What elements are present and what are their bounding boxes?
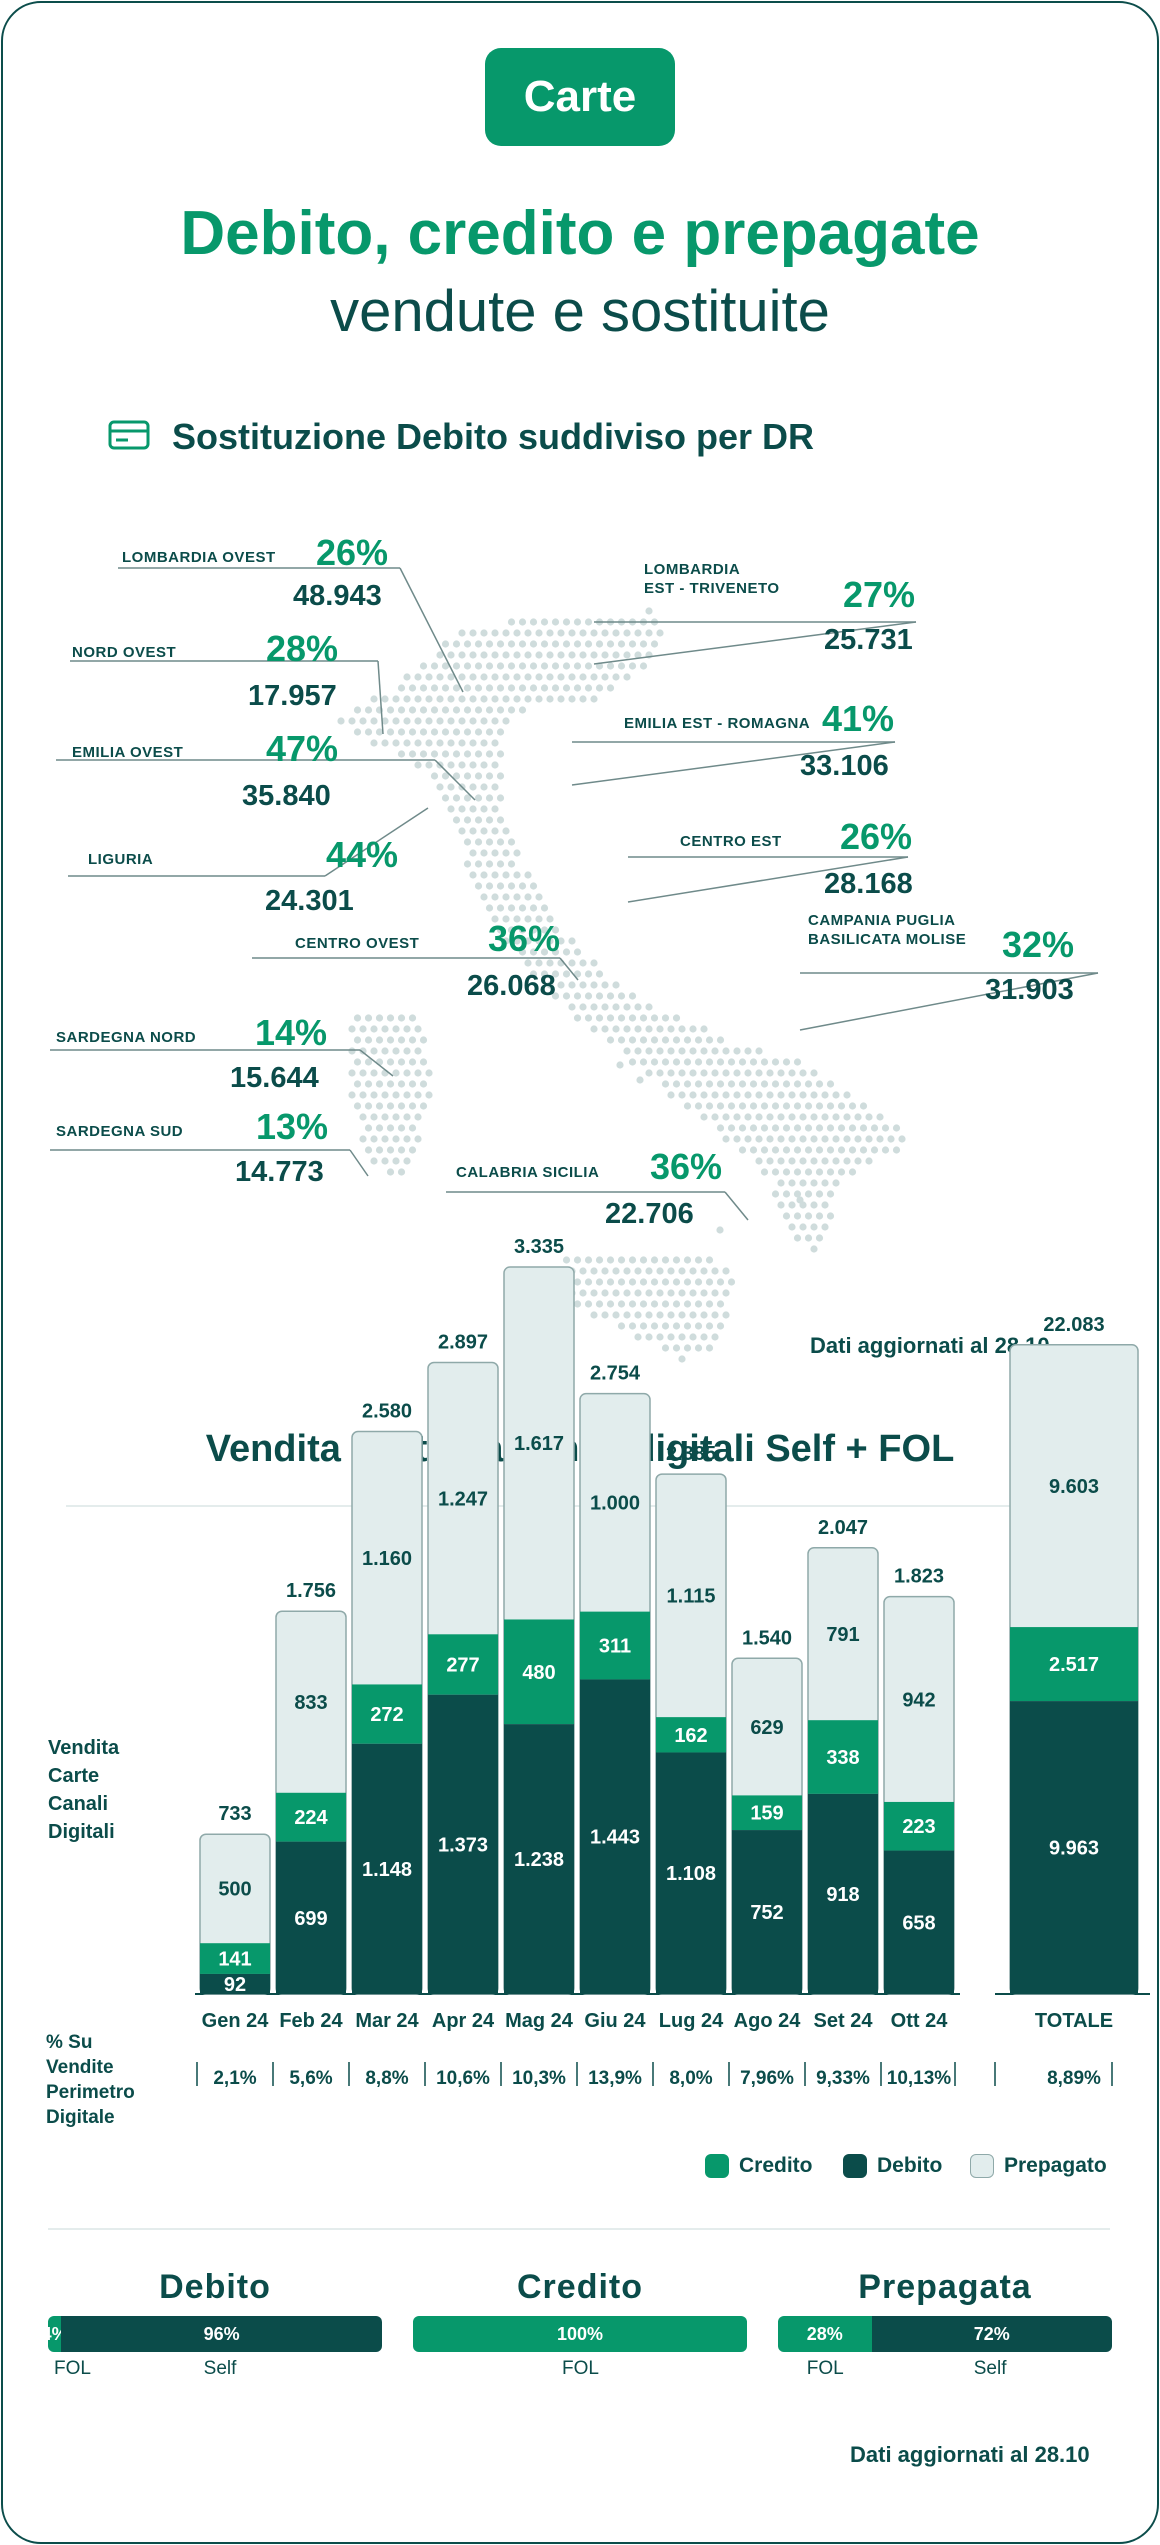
split-channel-label: Self: [203, 2358, 237, 2379]
label-debito: 752: [750, 1902, 783, 1924]
label-debito: 1.238: [514, 1849, 564, 1871]
total-label-credito: 2.517: [1049, 1654, 1099, 1676]
label-prepagato: 791: [826, 1624, 859, 1646]
label-debito: 699: [294, 1908, 327, 1930]
category-label: Mag 24: [505, 2010, 574, 2032]
percentage-label: 8,8%: [365, 2068, 408, 2089]
total-percentage-label: 8,89%: [1047, 2068, 1101, 2089]
split-channel-label: FOL: [806, 2358, 844, 2379]
label-credito: 277: [446, 1654, 479, 1676]
category-label: Lug 24: [659, 2010, 724, 2032]
label-debito: 1.148: [362, 1859, 412, 1881]
split-bar: 4%96%: [48, 2316, 382, 2352]
label-total: 1.756: [286, 1580, 336, 1602]
label-credito: 224: [294, 1807, 328, 1829]
label-prepagato: 1.617: [514, 1433, 564, 1455]
category-label: Mar 24: [355, 2010, 419, 2032]
legend-item: Credito: [705, 2154, 813, 2178]
label-credito: 272: [370, 1704, 403, 1726]
category-label: Giu 24: [584, 2010, 646, 2032]
legend-label: Debito: [877, 2154, 943, 2177]
split-bar: 28% 72%: [778, 2316, 1112, 2352]
label-credito: 223: [902, 1816, 935, 1838]
legend-item: Debito: [843, 2154, 942, 2178]
label-credito: 338: [826, 1747, 859, 1769]
label-total: 2.897: [438, 1331, 488, 1353]
legend-label: Prepagato: [1004, 2154, 1107, 2177]
label-total: 1.823: [894, 1566, 944, 1588]
percentage-label: 9,33%: [816, 2068, 870, 2089]
total-label-prepagato: 9.603: [1049, 1476, 1099, 1498]
split-segment: 100%: [413, 2316, 747, 2352]
label-total: 1.540: [742, 1627, 792, 1649]
category-label: Feb 24: [279, 2010, 343, 2032]
percentage-label: 13,9%: [588, 2068, 642, 2089]
label-total: 2.754: [590, 1363, 641, 1385]
split-title: Prepagata: [858, 2268, 1032, 2306]
legend-swatch: [970, 2154, 994, 2178]
category-label: Ott 24: [891, 2010, 949, 2032]
label-prepagato: 1.160: [362, 1548, 412, 1570]
percentage-label: 10,3%: [512, 2068, 566, 2089]
label-prepagato: 942: [902, 1689, 935, 1711]
divider-bottom: [48, 2228, 1110, 2230]
label-prepagato: 1.115: [667, 1586, 716, 1608]
legend-label: Credito: [739, 2154, 813, 2177]
category-label: Apr 24: [432, 2010, 495, 2032]
split-segment: 28%: [778, 2316, 872, 2352]
legend-item: Prepagato: [970, 2154, 1107, 2178]
total-label-debito: 9.963: [1049, 1838, 1099, 1860]
split-segment: 4%: [48, 2316, 68, 2352]
label-debito: 1.108: [666, 1863, 716, 1885]
stacked-bar-chart: 500 141 92 733 Gen 24 2,1% 833 224 699 1.756 Feb 2…: [195, 1236, 1150, 2089]
label-prepagato: 1.247: [438, 1488, 488, 1510]
percentage-label: 5,6%: [289, 2068, 332, 2089]
label-debito: 1.373: [438, 1834, 488, 1856]
label-credito: 311: [599, 1636, 631, 1658]
percentage-label: 8,0%: [669, 2068, 712, 2089]
split-bar: 100%: [413, 2316, 747, 2352]
split-segment: 72%: [871, 2316, 1112, 2352]
percentage-label: 10,13%: [887, 2068, 952, 2089]
label-total: 733: [218, 1803, 251, 1825]
total-label-sum: 22.083: [1043, 1314, 1104, 1336]
label-total: 2.385: [666, 1443, 716, 1465]
label-debito: 1.443: [590, 1827, 640, 1849]
percentage-label: 10,6%: [436, 2068, 490, 2089]
split-segment: 96%: [61, 2316, 382, 2352]
split-channel-label: Self: [973, 2358, 1007, 2379]
label-credito: 159: [750, 1803, 783, 1825]
label-total: 2.580: [362, 1401, 412, 1423]
label-prepagato: 629: [750, 1717, 783, 1739]
legend-swatch: [705, 2154, 729, 2178]
percentage-label: 7,96%: [740, 2068, 794, 2089]
label-credito: 141: [218, 1949, 251, 1971]
legend-swatch: [843, 2154, 867, 2178]
split-title: Credito: [517, 2268, 643, 2306]
label-debito: 658: [902, 1912, 935, 1934]
label-total: 2.047: [818, 1517, 868, 1539]
label-prepagato: 500: [218, 1879, 251, 1901]
chart-updated-note: Dati aggiornati al 28.10: [850, 2442, 1090, 2467]
percentage-label: 2,1%: [213, 2068, 256, 2089]
split-channel-label: FOL: [54, 2358, 91, 2379]
label-prepagato: 1.000: [590, 1493, 640, 1515]
category-label: Set 24: [814, 2010, 874, 2032]
label-credito: 480: [522, 1662, 555, 1684]
label-total: 3.335: [514, 1236, 564, 1258]
split-title: Debito: [159, 2268, 271, 2306]
category-label: Ago 24: [734, 2010, 802, 2032]
total-category-label: TOTALE: [1035, 2010, 1113, 2032]
label-credito: 162: [674, 1725, 707, 1747]
split-channel-label: FOL: [562, 2358, 599, 2379]
label-debito: 92: [224, 1974, 246, 1996]
category-label: Gen 24: [202, 2010, 270, 2032]
label-debito: 918: [826, 1884, 859, 1906]
label-prepagato: 833: [294, 1692, 327, 1714]
